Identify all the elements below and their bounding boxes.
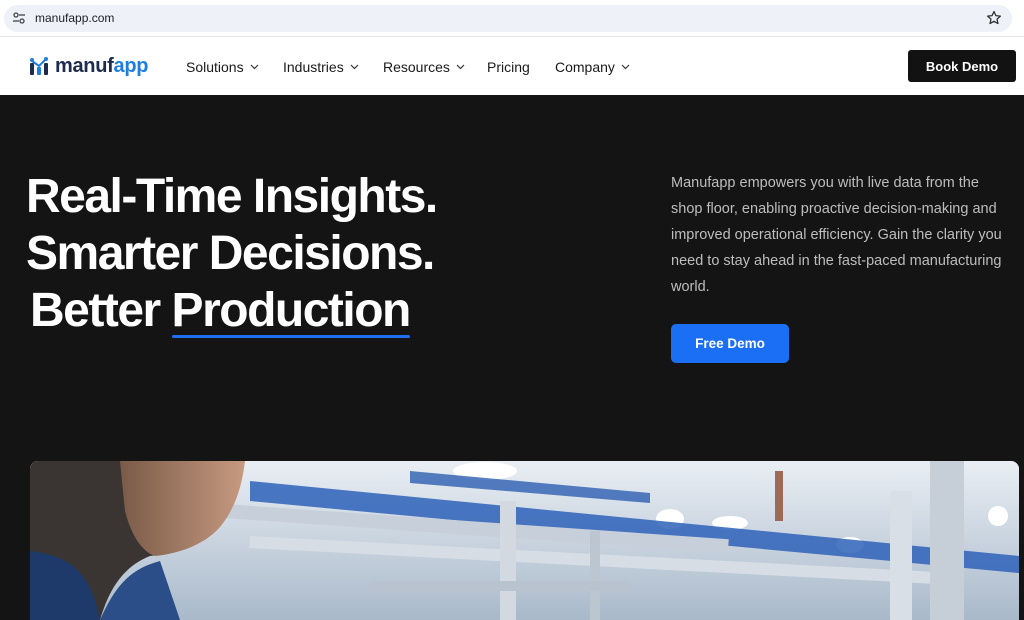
- logo[interactable]: manufapp: [28, 54, 148, 78]
- headline-line-3-prefix: Better: [30, 284, 172, 337]
- site-header: manufapp Solutions Industries Resources …: [0, 37, 1024, 95]
- logo-text-part2: app: [113, 54, 149, 77]
- hero-factory-image: [30, 461, 1019, 620]
- headline-line-3: Better Production: [26, 282, 437, 339]
- browser-toolbar: manufapp.com: [0, 0, 1024, 37]
- nav-item-solutions[interactable]: Solutions: [186, 59, 259, 75]
- headline-highlight-word: Production: [171, 284, 411, 338]
- bookmark-star-icon[interactable]: [986, 10, 1002, 26]
- nav-item-industries[interactable]: Industries: [283, 59, 359, 75]
- hero-description: Manufapp empowers you with live data fro…: [671, 175, 1002, 295]
- headline-line-1: Real-Time Insights.: [26, 170, 438, 223]
- chevron-down-icon: [250, 64, 259, 70]
- nav-item-label: Pricing: [487, 59, 530, 75]
- hero-headline: Real-Time Insights. Smarter Decisions. B…: [26, 168, 438, 339]
- nav-item-pricing[interactable]: Pricing: [487, 59, 530, 75]
- nav-item-label: Company: [555, 59, 615, 75]
- book-demo-button[interactable]: Book Demo: [908, 50, 1016, 82]
- free-demo-button[interactable]: Free Demo: [671, 324, 789, 363]
- logo-text: manufapp: [55, 55, 148, 78]
- manufapp-logo-icon: [30, 57, 48, 75]
- chevron-down-icon: [621, 64, 630, 70]
- nav-item-label: Resources: [383, 59, 450, 75]
- nav-item-resources[interactable]: Resources: [383, 59, 465, 75]
- nav-item-label: Industries: [283, 59, 344, 75]
- factory-photo-illustration: [30, 461, 1019, 620]
- address-bar[interactable]: manufapp.com: [4, 5, 1012, 32]
- nav-item-label: Solutions: [186, 59, 244, 75]
- chevron-down-icon: [350, 64, 359, 70]
- logo-text-part1: manuf: [55, 54, 114, 77]
- url-text[interactable]: manufapp.com: [35, 11, 114, 25]
- headline-line-2: Smarter Decisions.: [26, 227, 435, 280]
- site-settings-icon[interactable]: [12, 11, 26, 25]
- nav-item-company[interactable]: Company: [555, 59, 630, 75]
- chevron-down-icon: [456, 64, 465, 70]
- hero-section: Real-Time Insights. Smarter Decisions. B…: [0, 95, 1024, 620]
